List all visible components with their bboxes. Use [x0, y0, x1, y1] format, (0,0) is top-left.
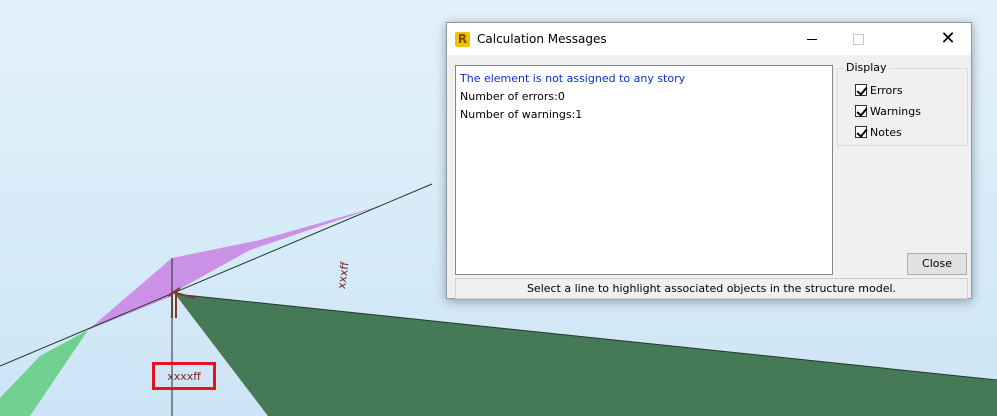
display-group-legend: Display — [844, 61, 889, 74]
message-line[interactable]: Number of warnings:1 — [460, 106, 828, 124]
light-green-surface[interactable] — [0, 330, 88, 416]
window-close-button[interactable]: ✕ — [925, 23, 971, 55]
checkbox-checked-icon[interactable] — [855, 105, 867, 117]
errors-checkbox[interactable]: Errors — [855, 81, 903, 99]
notes-checkbox[interactable]: Notes — [855, 123, 902, 141]
minimize-icon — [807, 39, 817, 40]
highlight-box: xxxxff — [152, 362, 216, 390]
app-logo-icon: R — [455, 32, 470, 47]
status-bar: Select a line to highlight associated ob… — [455, 278, 968, 299]
dialog-titlebar[interactable]: R Calculation Messages ✕ — [447, 23, 971, 55]
errors-checkbox-label[interactable]: Errors — [870, 84, 903, 97]
calculation-messages-dialog: R Calculation Messages ✕ The element is … — [446, 22, 972, 299]
dialog-title: Calculation Messages — [477, 32, 607, 46]
maximize-button — [835, 23, 881, 55]
message-line[interactable]: Number of errors:0 — [460, 88, 828, 106]
warnings-checkbox[interactable]: Warnings — [855, 102, 921, 120]
warnings-checkbox-label[interactable]: Warnings — [870, 105, 921, 118]
checkbox-checked-icon[interactable] — [855, 126, 867, 138]
checkbox-checked-icon[interactable] — [855, 84, 867, 96]
model-label-boxed[interactable]: xxxxff — [167, 370, 201, 383]
message-line[interactable]: The element is not assigned to any story — [460, 70, 828, 88]
maximize-icon — [853, 34, 864, 45]
close-icon: ✕ — [940, 28, 956, 49]
minimize-button[interactable] — [789, 23, 835, 55]
display-group: Display Errors Warnings Notes — [837, 61, 968, 146]
green-surface[interactable] — [175, 294, 997, 416]
message-list[interactable]: The element is not assigned to any story… — [455, 65, 833, 275]
notes-checkbox-label[interactable]: Notes — [870, 126, 902, 139]
close-button[interactable]: Close — [907, 253, 967, 275]
